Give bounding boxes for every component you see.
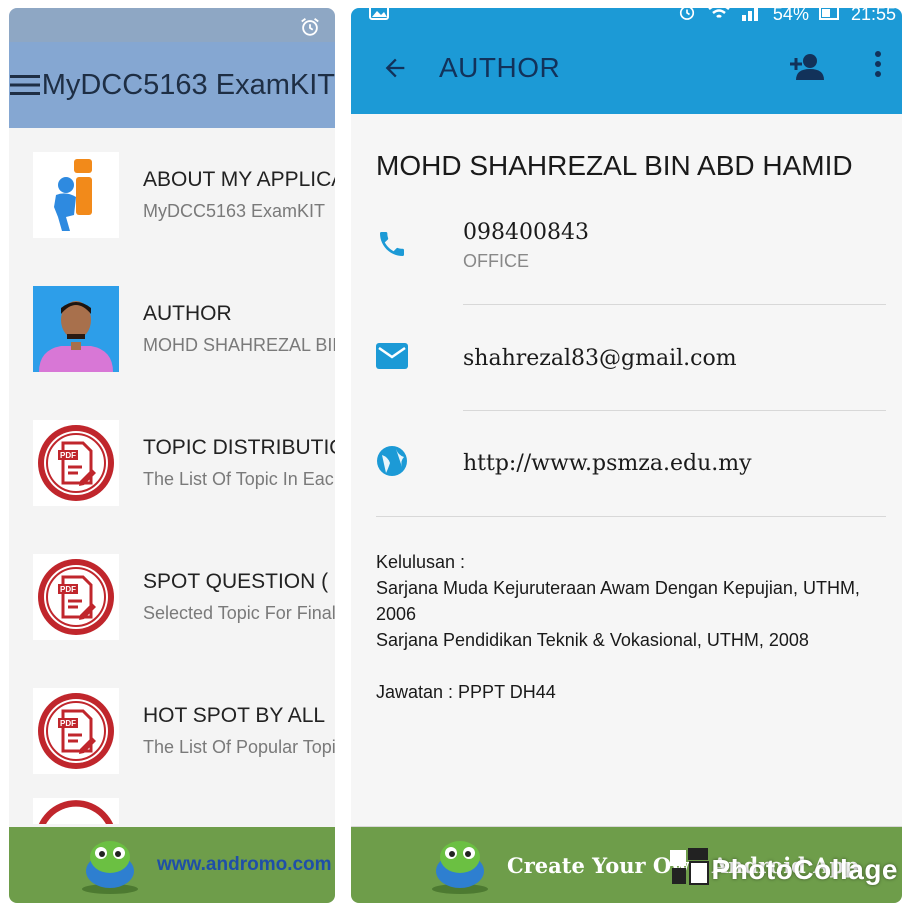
list-item[interactable]: ABOUT MY APPLICATION MyDCC5163 ExamKIT	[9, 128, 335, 262]
pdf-icon: PDF	[33, 554, 119, 640]
collage-logo-icon	[668, 846, 712, 893]
pdf-icon: PDF	[33, 688, 119, 774]
divider	[463, 304, 886, 305]
status-bar	[9, 8, 335, 42]
andromo-logo-icon	[77, 831, 143, 900]
add-contact-icon[interactable]	[788, 52, 824, 85]
photocollage-watermark: PhotoCollage	[668, 846, 898, 893]
item-title: TOPIC DISTRIBUTION	[143, 436, 335, 459]
about-line: Jawatan : PPPT DH44	[376, 682, 556, 702]
about-line: Sarjana Muda Kejuruteraan Awam Dengan Ke…	[376, 578, 860, 624]
info-person-icon	[33, 152, 119, 238]
svg-text:PDF: PDF	[60, 585, 76, 594]
email-address: shahrezal83@gmail.com	[463, 346, 737, 371]
item-title: HOT SPOT BY ALL	[143, 704, 326, 727]
watermark-text: PhotoCollage	[711, 853, 898, 885]
status-bar: 54% 21:55	[351, 8, 902, 24]
list-item[interactable]: PDF HOT SPOT BY ALL The List Of Popular …	[9, 664, 335, 798]
list-item[interactable]	[9, 798, 335, 824]
list-item[interactable]: PDF SPOT QUESTION ( Selected Topic For F…	[9, 530, 335, 664]
list-item[interactable]: AUTHOR MOHD SHAHREZAL BIN ABD HAMID	[9, 262, 335, 396]
website-row[interactable]: http://www.psmza.edu.my	[376, 445, 886, 482]
app-bar: MyDCC5163 ExamKIT	[9, 42, 335, 128]
phone-number: 098400843	[463, 220, 589, 245]
website-url: http://www.psmza.edu.my	[463, 451, 752, 476]
app-bar: AUTHOR	[351, 22, 902, 114]
alarm-icon	[299, 16, 321, 43]
item-subtitle: Selected Topic For Final Exam	[143, 603, 335, 623]
email-icon	[376, 343, 463, 374]
about-line: Kelulusan :	[376, 552, 466, 572]
item-title: ABOUT MY APPLICATION	[143, 168, 335, 191]
item-subtitle: The List Of Topic In Each Question	[143, 469, 335, 489]
phone-icon	[376, 228, 463, 265]
page-title: AUTHOR	[439, 52, 561, 83]
globe-icon	[376, 445, 463, 482]
email-row[interactable]: shahrezal83@gmail.com	[376, 343, 886, 374]
back-arrow-icon[interactable]	[351, 54, 439, 82]
about-text: Kelulusan : Sarjana Muda Kejuruteraan Aw…	[376, 549, 886, 705]
contact-name: MOHD SHAHREZAL BIN ABD HAMID	[376, 150, 853, 181]
svg-text:PDF: PDF	[60, 451, 76, 460]
phone-label: OFFICE	[463, 251, 529, 271]
svg-text:PDF: PDF	[60, 719, 76, 728]
author-photo	[33, 286, 119, 372]
contact-details: MOHD SHAHREZAL BIN ABD HAMID 098400843 O…	[351, 150, 902, 705]
divider	[463, 410, 886, 411]
item-subtitle: MyDCC5163 ExamKIT	[143, 201, 326, 221]
divider	[376, 516, 886, 517]
item-title: SPOT QUESTION (	[143, 570, 329, 593]
app-title: MyDCC5163 ExamKIT	[41, 68, 335, 101]
more-options-icon[interactable]	[874, 50, 882, 83]
item-title: AUTHOR	[143, 302, 232, 325]
item-subtitle: The List Of Popular Topic	[143, 737, 335, 757]
pdf-icon	[33, 798, 119, 824]
list-item[interactable]: PDF TOPIC DISTRIBUTION The List Of Topic…	[9, 396, 335, 530]
pdf-icon: PDF	[33, 420, 119, 506]
item-subtitle: MOHD SHAHREZAL BIN ABD HAMID	[143, 335, 335, 355]
hamburger-menu-icon[interactable]	[9, 73, 42, 97]
ad-text: www.andromo.com	[157, 854, 332, 875]
right-screenshot: 54% 21:55 AUTHOR MOHD SHAHREZAL BIN ABD …	[351, 8, 902, 903]
andromo-logo-icon	[427, 831, 493, 900]
ad-banner[interactable]: www.andromo.com	[9, 827, 335, 903]
phone-row[interactable]: 098400843 OFFICE	[376, 220, 886, 272]
menu-list: ABOUT MY APPLICATION MyDCC5163 ExamKIT A…	[9, 128, 335, 824]
left-screenshot: MyDCC5163 ExamKIT ABOUT MY APPLICATION M…	[9, 8, 335, 903]
about-line: Sarjana Pendidikan Teknik & Vokasional, …	[376, 630, 809, 650]
